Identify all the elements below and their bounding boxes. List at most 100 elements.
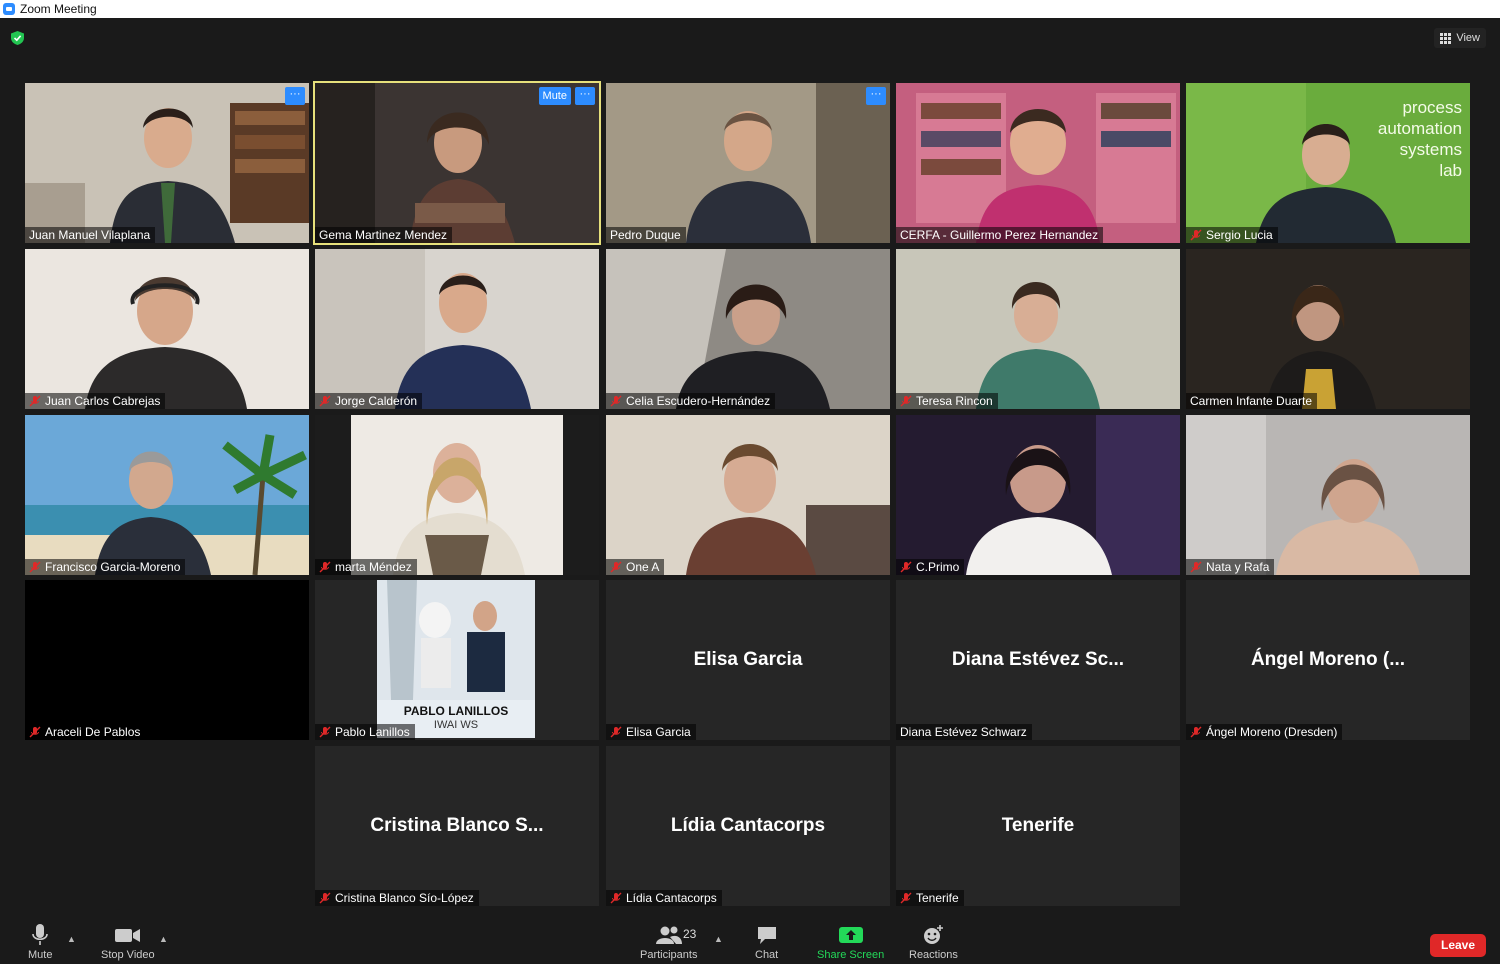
- participant-name-bar: Celia Escudero-Hernández: [606, 393, 776, 409]
- participant-menu-button[interactable]: ···: [575, 87, 595, 105]
- participant-video: [606, 83, 890, 243]
- participant-tile[interactable]: Teresa Rincon: [896, 249, 1180, 409]
- mute-button[interactable]: Mute: [28, 924, 52, 961]
- participant-name: Ángel Moreno (Dresden): [1206, 725, 1338, 739]
- participant-name-bar: CERFA - Guillermo Perez Hernandez: [896, 227, 1104, 243]
- participant-tile[interactable]: process automation systems lab Sergio Lu…: [1186, 83, 1470, 243]
- participant-tile[interactable]: Celia Escudero-Hernández: [606, 249, 890, 409]
- participant-name: Araceli De Pablos: [45, 725, 141, 739]
- participant-video: [315, 249, 599, 409]
- muted-mic-icon: [610, 395, 622, 407]
- background-text-line: lab: [1439, 161, 1462, 180]
- participant-tile[interactable]: C.Primo: [896, 415, 1180, 575]
- participant-name-bar: Tenerife: [896, 890, 964, 906]
- shield-icon[interactable]: [11, 31, 24, 45]
- participant-video: [1186, 249, 1470, 409]
- participant-name-bar: Elisa Garcia: [606, 724, 696, 740]
- video-options-caret-icon[interactable]: ▲: [159, 934, 168, 944]
- participant-name-bar: marta Méndez: [315, 559, 417, 575]
- participant-name: Celia Escudero-Hernández: [626, 394, 771, 408]
- participant-video: [606, 415, 890, 575]
- chat-button[interactable]: Chat: [755, 924, 778, 961]
- share-screen-icon: [838, 927, 863, 943]
- muted-mic-icon: [1190, 229, 1202, 241]
- emoji-reaction-icon: [924, 925, 944, 944]
- participant-name: Jorge Calderón: [335, 394, 418, 408]
- zoom-app-icon: [3, 3, 15, 15]
- participant-tile[interactable]: CERFA - Guillermo Perez Hernandez: [896, 83, 1180, 243]
- participant-tile[interactable]: Juan Carlos Cabrejas: [25, 249, 309, 409]
- participant-tile[interactable]: Tenerife Tenerife: [896, 746, 1180, 906]
- participant-name: Tenerife: [916, 891, 959, 905]
- participant-video: [1186, 415, 1470, 575]
- participant-tile[interactable]: Nata y Rafa: [1186, 415, 1470, 575]
- poster-title: PABLO LANILLOS: [403, 704, 509, 718]
- participants-options-caret-icon[interactable]: ▲: [714, 934, 723, 944]
- participant-video: [25, 415, 309, 575]
- participant-name-bar: Ángel Moreno (Dresden): [1186, 724, 1343, 740]
- participant-display-name: Diana Estévez Sc...: [951, 649, 1125, 670]
- participant-tile[interactable]: PABLO LANILLOS IWAI WS Pablo Lanillos: [315, 580, 599, 740]
- participant-tile[interactable]: Carmen Infante Duarte: [1186, 249, 1470, 409]
- muted-mic-icon: [29, 726, 41, 738]
- participant-name-bar: Carmen Infante Duarte: [1186, 393, 1318, 409]
- share-screen-button[interactable]: Share Screen: [817, 924, 884, 961]
- robot-photo: [377, 580, 535, 700]
- participant-tile-active-speaker[interactable]: Mute ··· Gema Martinez Mendez: [313, 81, 601, 245]
- participant-display-name: Tenerife: [1001, 815, 1075, 836]
- participant-tile[interactable]: Elisa Garcia Elisa Garcia: [606, 580, 890, 740]
- microphone-icon: [32, 924, 49, 945]
- participant-name-bar: Araceli De Pablos: [25, 724, 146, 740]
- participant-name-bar: Teresa Rincon: [896, 393, 998, 409]
- view-button[interactable]: View: [1434, 28, 1486, 48]
- muted-mic-icon: [319, 561, 331, 573]
- participant-video: [896, 415, 1180, 575]
- participant-tile[interactable]: Ángel Moreno (... Ángel Moreno (Dresden): [1186, 580, 1470, 740]
- muted-mic-icon: [900, 561, 912, 573]
- participant-name: Carmen Infante Duarte: [1190, 394, 1313, 408]
- participant-video: [896, 83, 1180, 243]
- video-camera-icon: [114, 929, 140, 942]
- participant-tile[interactable]: marta Méndez: [315, 415, 599, 575]
- participant-tile[interactable]: Cristina Blanco S... Cristina Blanco Sío…: [315, 746, 599, 906]
- participant-name: CERFA - Guillermo Perez Hernandez: [900, 228, 1099, 242]
- muted-mic-icon: [319, 395, 331, 407]
- participant-count: 23: [683, 927, 697, 941]
- participant-name: marta Méndez: [335, 560, 412, 574]
- participant-tile[interactable]: Diana Estévez Sc... Diana Estévez Schwar…: [896, 580, 1180, 740]
- participant-tile[interactable]: ··· Pedro Duque: [606, 83, 890, 243]
- title-bar: Zoom Meeting: [0, 0, 1500, 18]
- participant-tile[interactable]: Araceli De Pablos: [25, 580, 309, 740]
- mute-participant-button[interactable]: Mute: [538, 87, 571, 105]
- participant-name: Juan Carlos Cabrejas: [45, 394, 161, 408]
- participant-name: Lídia Cantacorps: [626, 891, 717, 905]
- leave-meeting-button[interactable]: Leave: [1430, 934, 1486, 957]
- virtual-background-text: process automation systems lab: [1378, 97, 1462, 181]
- participant-name-bar: Gema Martinez Mendez: [315, 227, 453, 243]
- profile-picture: PABLO LANILLOS IWAI WS: [377, 580, 535, 738]
- participant-tile[interactable]: Lídia Cantacorps Lídia Cantacorps: [606, 746, 890, 906]
- participant-name: Diana Estévez Schwarz: [900, 725, 1027, 739]
- participant-video: [25, 249, 309, 409]
- muted-mic-icon: [29, 395, 41, 407]
- participant-tile[interactable]: One A: [606, 415, 890, 575]
- audio-options-caret-icon[interactable]: ▲: [67, 934, 76, 944]
- participant-menu-button[interactable]: ···: [866, 87, 886, 105]
- share-screen-label: Share Screen: [817, 949, 885, 961]
- participant-tile[interactable]: Jorge Calderón: [315, 249, 599, 409]
- participant-name-bar: Jorge Calderón: [315, 393, 423, 409]
- participant-display-name: Elisa Garcia: [693, 649, 803, 670]
- muted-mic-icon: [610, 561, 622, 573]
- participant-name: Gema Martinez Mendez: [319, 228, 448, 242]
- participant-name-bar: One A: [606, 559, 665, 575]
- participant-tile[interactable]: ··· Juan Manuel Vilaplana: [25, 83, 309, 243]
- stop-video-button[interactable]: Stop Video: [101, 924, 155, 961]
- participant-tile[interactable]: Francisco Garcia-Moreno: [25, 415, 309, 575]
- participant-name-bar: Francisco Garcia-Moreno: [25, 559, 186, 575]
- participant-menu-button[interactable]: ···: [285, 87, 305, 105]
- muted-mic-icon: [319, 726, 331, 738]
- muted-mic-icon: [1190, 561, 1202, 573]
- reactions-button[interactable]: Reactions: [909, 924, 958, 961]
- muted-mic-icon: [610, 726, 622, 738]
- muted-mic-icon: [29, 561, 41, 573]
